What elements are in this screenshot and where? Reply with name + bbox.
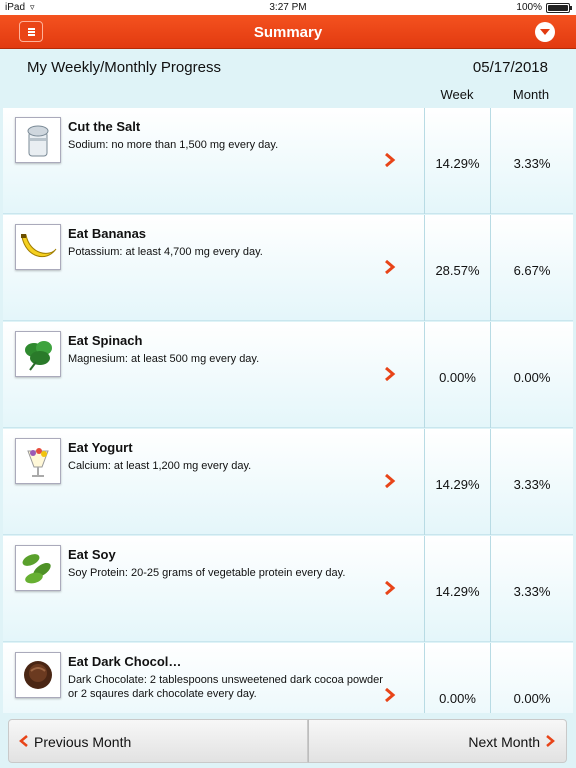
month-percent: 0.00% xyxy=(513,691,551,706)
chevron-down-icon xyxy=(540,29,550,35)
list-item[interactable]: Eat Bananas Potassium: at least 4,700 mg… xyxy=(3,215,573,321)
goal-description: Dark Chocolate: 2 tablespoons unsweetene… xyxy=(68,674,383,700)
goal-list: Cut the Salt Sodium: no more than 1,500 … xyxy=(3,108,573,713)
goal-description: Sodium: no more than 1,500 mg every day. xyxy=(68,139,279,151)
goal-title: Eat Spinach xyxy=(68,333,143,348)
chevron-left-icon xyxy=(19,735,28,747)
goal-description: Calcium: at least 1,200 mg every day. xyxy=(68,460,252,472)
chevron-right-icon[interactable] xyxy=(383,260,397,274)
previous-month-label: Previous Month xyxy=(34,734,132,750)
week-percent: 14.29% xyxy=(435,584,480,599)
goal-title: Cut the Salt xyxy=(68,119,141,134)
chevron-right-icon[interactable] xyxy=(383,153,397,167)
spinach-icon xyxy=(15,331,61,377)
next-month-button[interactable]: Next Month xyxy=(308,719,567,763)
month-cell: 6.67% xyxy=(490,215,573,321)
goal-title: Eat Bananas xyxy=(68,226,147,241)
chevron-right-icon[interactable] xyxy=(383,367,397,381)
goal-description: Potassium: at least 4,700 mg every day. xyxy=(68,246,263,258)
list-item[interactable]: Cut the Salt Sodium: no more than 1,500 … xyxy=(3,108,573,214)
month-cell: 0.00% xyxy=(490,643,573,713)
goal-cell[interactable]: Eat Dark Chocol… Dark Chocolate: 2 table… xyxy=(3,643,424,713)
goal-description: Magnesium: at least 500 mg every day. xyxy=(68,353,260,365)
week-cell: 14.29% xyxy=(424,429,490,535)
month-percent: 0.00% xyxy=(513,370,551,385)
banana-icon xyxy=(15,224,61,270)
chevron-right-icon[interactable] xyxy=(383,474,397,488)
list-item[interactable]: Eat Yogurt Calcium: at least 1,200 mg ev… xyxy=(3,429,573,535)
goal-description: Soy Protein: 20-25 grams of vegetable pr… xyxy=(68,567,346,579)
chevron-right-icon[interactable] xyxy=(383,581,397,595)
battery-percent: 100% xyxy=(516,2,542,13)
clock: 3:27 PM xyxy=(269,2,307,13)
week-percent: 14.29% xyxy=(435,477,480,492)
goal-cell[interactable]: Eat Bananas Potassium: at least 4,700 mg… xyxy=(3,215,424,321)
month-percent: 3.33% xyxy=(513,477,551,492)
week-cell: 0.00% xyxy=(424,643,490,713)
next-month-label: Next Month xyxy=(468,734,540,750)
goal-title: Eat Dark Chocol… xyxy=(68,654,182,669)
yogurt-parfait-icon xyxy=(15,438,61,484)
chevron-right-icon xyxy=(546,735,555,747)
chocolate-icon xyxy=(15,652,61,698)
current-date: 05/17/2018 xyxy=(472,59,548,76)
bottom-bar: Previous Month Next Month xyxy=(0,713,576,768)
goal-title: Eat Yogurt xyxy=(68,440,133,455)
previous-month-button[interactable]: Previous Month xyxy=(8,719,308,763)
dropdown-button[interactable] xyxy=(535,22,555,42)
goal-cell[interactable]: Cut the Salt Sodium: no more than 1,500 … xyxy=(3,108,424,214)
list-item[interactable]: Eat Dark Chocol… Dark Chocolate: 2 table… xyxy=(3,643,573,713)
goal-cell[interactable]: Eat Spinach Magnesium: at least 500 mg e… xyxy=(3,322,424,428)
week-cell: 28.57% xyxy=(424,215,490,321)
goal-cell[interactable]: Eat Soy Soy Protein: 20-25 grams of vege… xyxy=(3,536,424,642)
column-header-week: Week xyxy=(440,87,474,102)
month-cell: 3.33% xyxy=(490,108,573,214)
page-title: Summary xyxy=(253,24,323,41)
month-cell: 3.33% xyxy=(490,429,573,535)
month-percent: 3.33% xyxy=(513,156,551,171)
chevron-right-icon[interactable] xyxy=(383,688,397,702)
week-percent: 14.29% xyxy=(435,156,480,171)
week-percent: 28.57% xyxy=(435,263,480,278)
goal-title: Eat Soy xyxy=(68,547,116,562)
month-cell: 3.33% xyxy=(490,536,573,642)
salt-shaker-icon xyxy=(15,117,61,163)
week-cell: 14.29% xyxy=(424,536,490,642)
progress-header: My Weekly/Monthly Progress 05/17/2018 We… xyxy=(0,50,576,108)
week-cell: 14.29% xyxy=(424,108,490,214)
week-percent: 0.00% xyxy=(439,370,476,385)
battery-icon xyxy=(546,3,572,13)
week-cell: 0.00% xyxy=(424,322,490,428)
month-cell: 0.00% xyxy=(490,322,573,428)
list-item[interactable]: Eat Spinach Magnesium: at least 500 mg e… xyxy=(3,322,573,428)
column-header-month: Month xyxy=(512,87,550,102)
nav-bar: Summary xyxy=(0,15,576,49)
section-heading: My Weekly/Monthly Progress xyxy=(27,59,221,76)
soybean-icon xyxy=(15,545,61,591)
month-percent: 6.67% xyxy=(513,263,551,278)
goal-cell[interactable]: Eat Yogurt Calcium: at least 1,200 mg ev… xyxy=(3,429,424,535)
week-percent: 0.00% xyxy=(439,691,476,706)
month-percent: 3.33% xyxy=(513,584,551,599)
status-bar: iPad ▿ 3:27 PM 100% xyxy=(0,0,576,15)
list-item[interactable]: Eat Soy Soy Protein: 20-25 grams of vege… xyxy=(3,536,573,642)
